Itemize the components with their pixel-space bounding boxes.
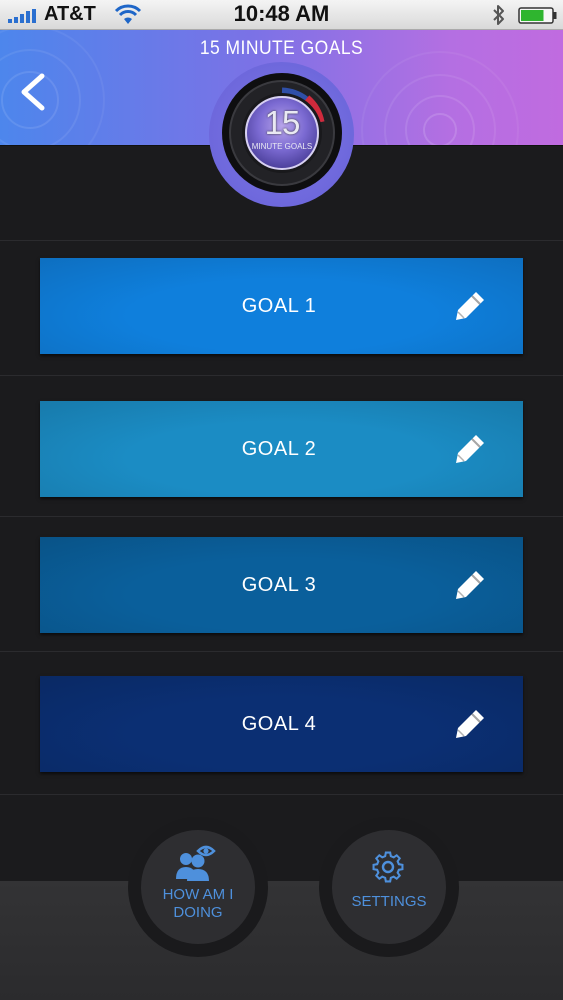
pencil-icon[interactable]: [452, 288, 488, 324]
how-am-i-doing-label-line1: HOW AM I: [162, 886, 234, 903]
list-divider: [0, 516, 563, 517]
goal-3-button[interactable]: GOAL 3: [40, 537, 523, 633]
goal-1-button[interactable]: GOAL 1: [40, 258, 523, 354]
goal-label: GOAL 1: [241, 295, 317, 317]
people-eye-icon: [176, 845, 216, 881]
list-divider: [0, 240, 563, 241]
dial-number: 15: [264, 104, 301, 141]
status-bar: AT&T 10:48 AM: [0, 0, 563, 30]
how-am-i-doing-label-line2: DOING: [173, 904, 223, 921]
list-divider: [0, 651, 563, 652]
bluetooth-icon: [493, 5, 504, 25]
pencil-icon[interactable]: [452, 431, 488, 467]
goal-2-button[interactable]: GOAL 2: [40, 401, 523, 497]
pencil-icon[interactable]: [452, 706, 488, 742]
settings-label: SETTINGS: [351, 893, 427, 910]
goal-label: GOAL 2: [241, 438, 317, 460]
how-am-i-doing-label: HOW AM I DOING: [141, 886, 255, 922]
bottom-bar: [0, 881, 563, 1000]
chevron-left-icon: [21, 73, 45, 111]
page-title: 15 MINUTE GOALS: [199, 38, 364, 59]
settings-button[interactable]: SETTINGS: [332, 830, 446, 944]
goal-label: GOAL 3: [241, 574, 317, 596]
how-am-i-doing-button[interactable]: HOW AM I DOING: [141, 830, 255, 944]
back-button[interactable]: [14, 70, 54, 114]
list-divider: [0, 375, 563, 376]
gear-icon: [372, 851, 404, 883]
dial-caption: MINUTE GOALS: [251, 142, 313, 151]
status-time: 10:48 AM: [233, 1, 330, 26]
goal-label: GOAL 4: [241, 713, 317, 735]
pencil-icon[interactable]: [452, 567, 488, 603]
battery-icon: [518, 7, 557, 24]
list-divider: [0, 794, 563, 795]
goal-4-button[interactable]: GOAL 4: [40, 676, 523, 772]
